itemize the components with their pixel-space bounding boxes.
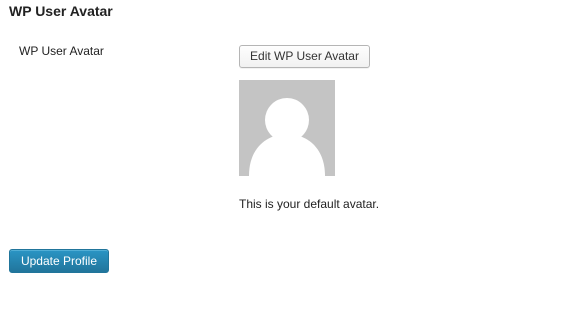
avatar [239,80,335,176]
default-avatar-icon [249,98,325,176]
update-profile-button[interactable]: Update Profile [9,249,109,273]
avatar-caption: This is your default avatar. [239,197,380,211]
section-title: WP User Avatar [9,3,113,19]
field-label: WP User Avatar [19,44,104,58]
edit-avatar-button[interactable]: Edit WP User Avatar [239,45,370,68]
